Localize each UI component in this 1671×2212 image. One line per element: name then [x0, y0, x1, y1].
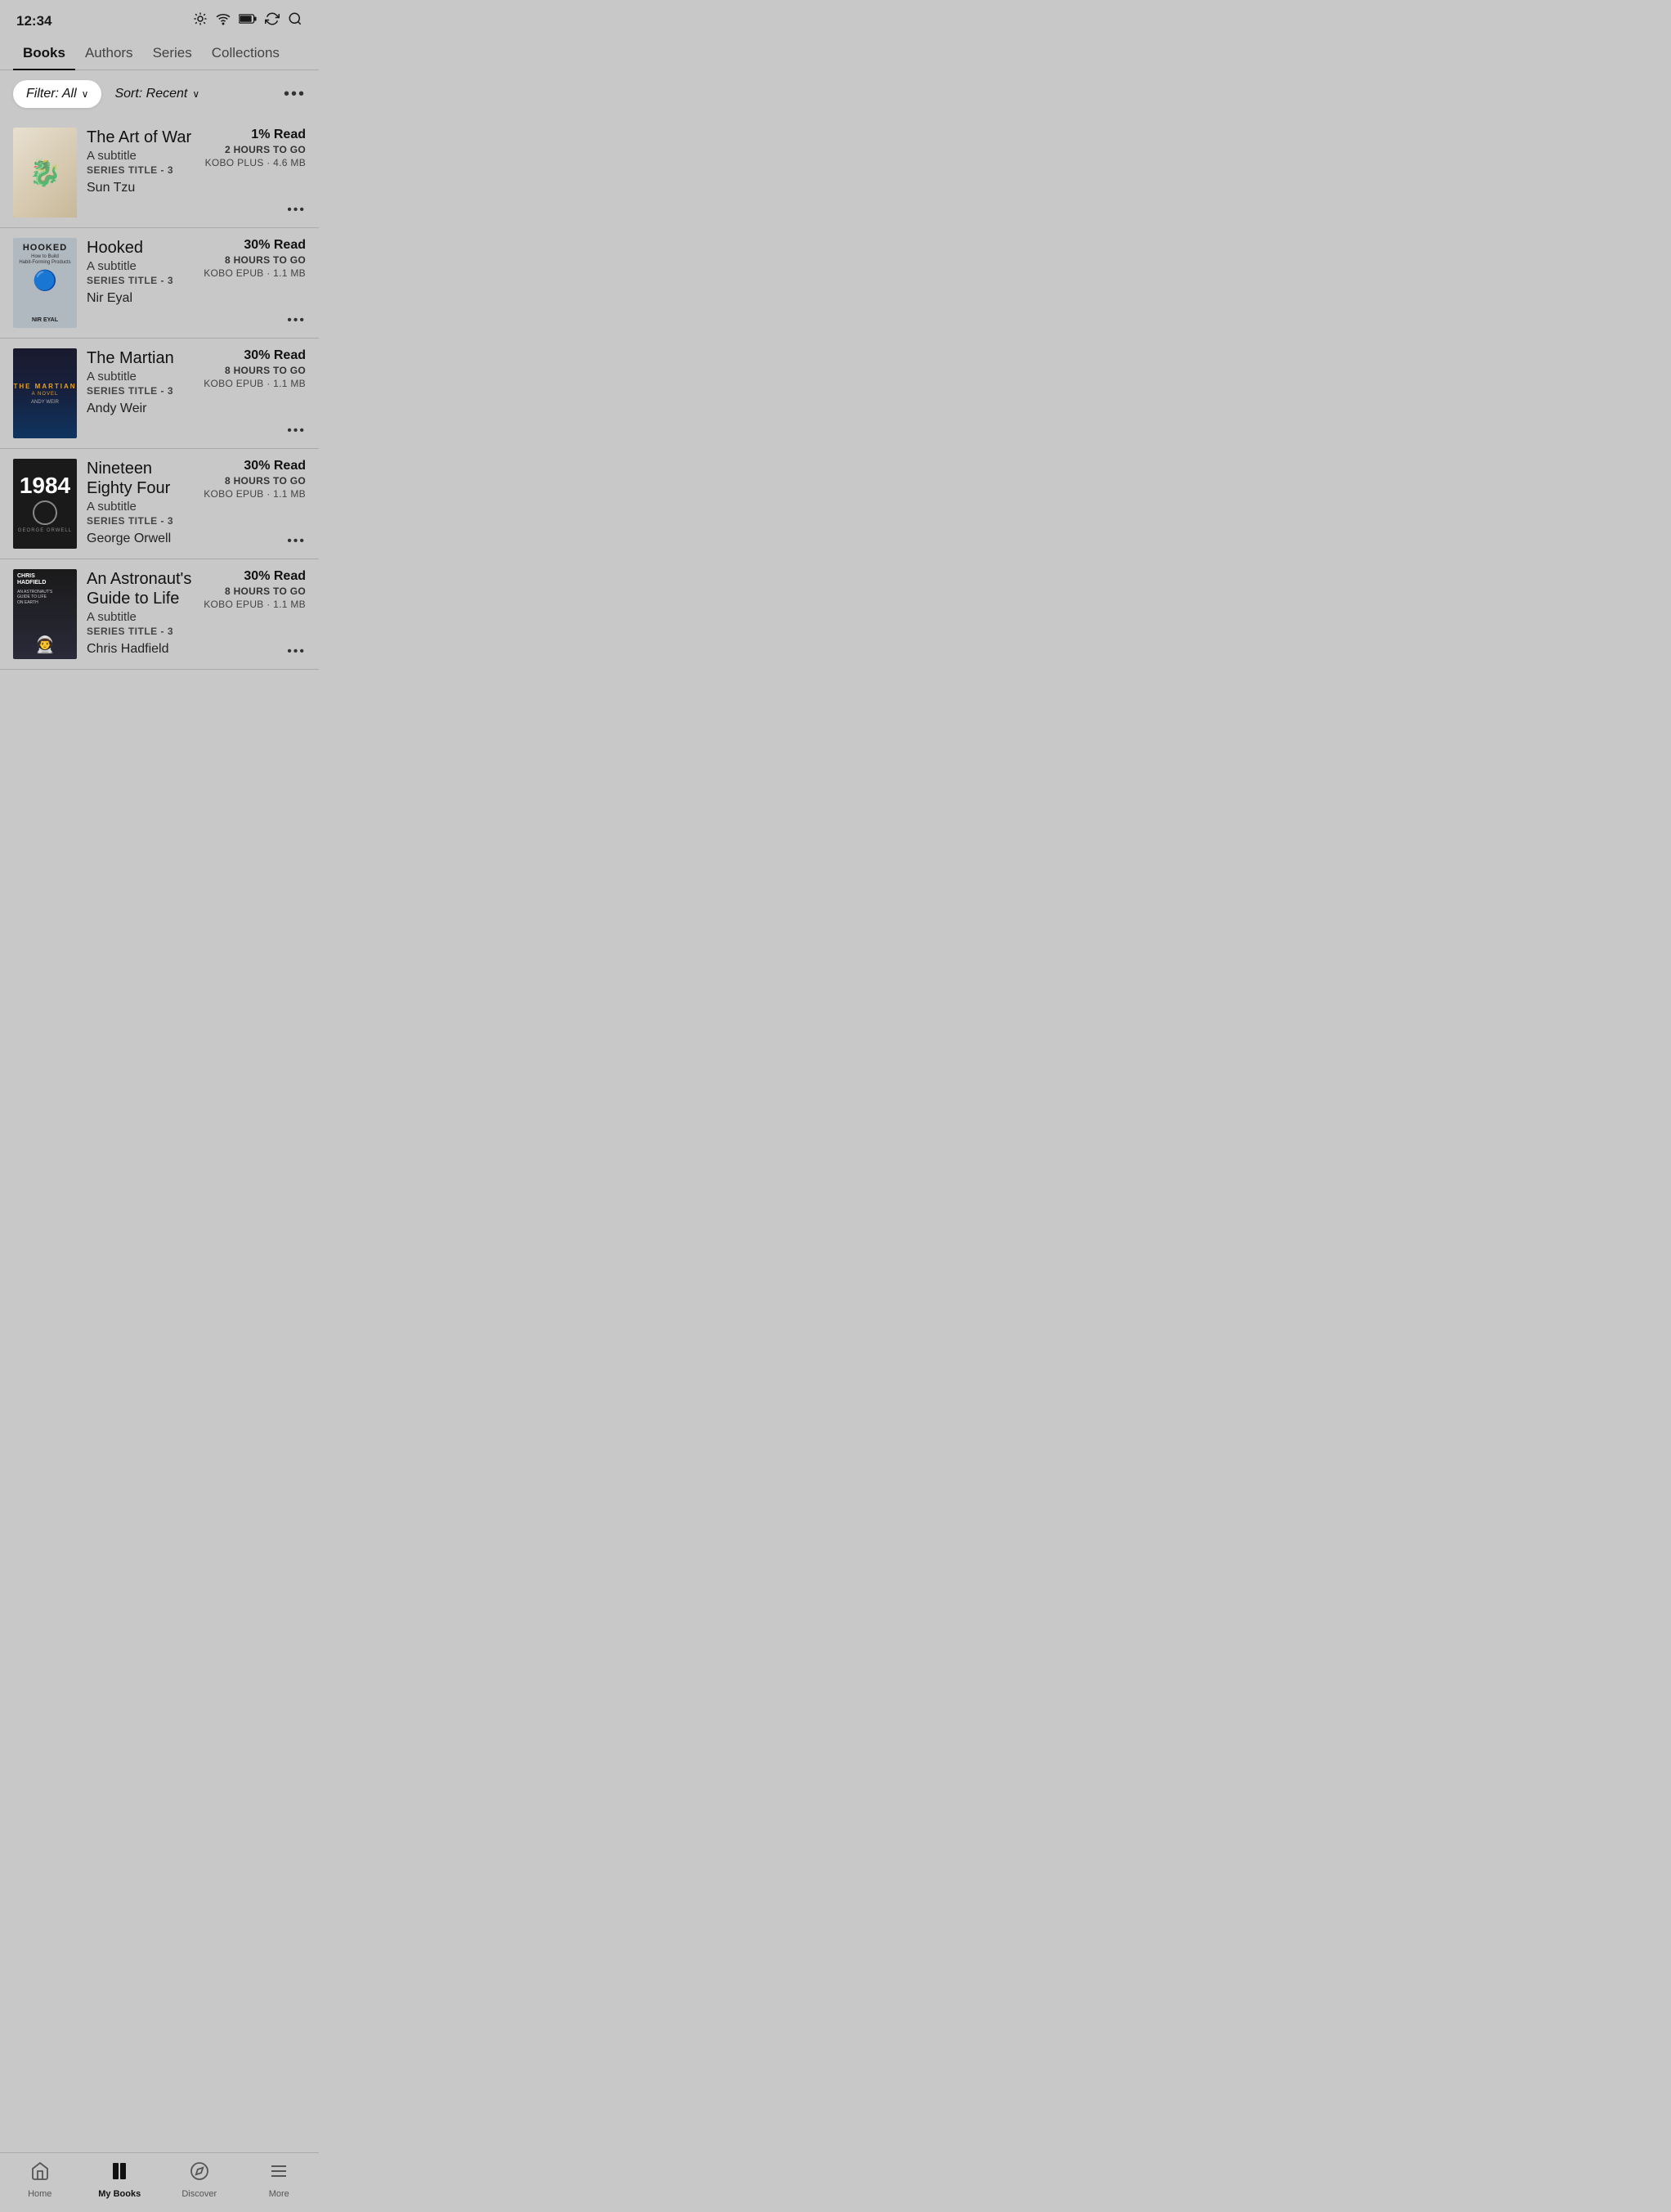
book-series: SERIES TITLE - 3: [87, 275, 194, 286]
battery-icon: [239, 13, 257, 29]
book-author: George Orwell: [87, 532, 194, 546]
book-subtitle: A subtitle: [87, 610, 194, 624]
tab-collections[interactable]: Collections: [202, 37, 289, 70]
book-author: Chris Hadfield: [87, 642, 194, 657]
book-subtitle: A subtitle: [87, 149, 195, 163]
filter-button[interactable]: Filter: All ∨: [13, 80, 101, 108]
book-title: The Martian: [87, 348, 194, 368]
book-cover: 🐉: [13, 128, 77, 218]
item-options-button[interactable]: •••: [287, 424, 306, 438]
sync-icon: [265, 11, 280, 30]
nav-more[interactable]: More: [250, 2161, 307, 2199]
item-options-button[interactable]: •••: [287, 313, 306, 328]
hours-to-go: 8 HOURS TO GO: [225, 254, 306, 266]
book-info: Nineteen Eighty Four A subtitle SERIES T…: [87, 459, 194, 549]
book-info: An Astronaut's Guide to Life A subtitle …: [87, 569, 194, 659]
item-options-button[interactable]: •••: [287, 203, 306, 218]
file-info: KOBO PLUS · 4.6 MB: [205, 157, 306, 168]
book-cover: THE MARTIAN A NOVEL ANDY WEIR: [13, 348, 77, 438]
read-percent: 1% Read: [251, 128, 306, 142]
tab-books[interactable]: Books: [13, 37, 75, 70]
book-item[interactable]: HOOKED How to BuildHabit-Forming Product…: [0, 228, 319, 339]
read-percent: 30% Read: [244, 569, 306, 584]
book-title: The Art of War: [87, 128, 195, 147]
books-icon: [110, 2161, 129, 2186]
book-info: Hooked A subtitle SERIES TITLE - 3 Nir E…: [87, 238, 194, 328]
book-list: 🐉 The Art of War A subtitle SERIES TITLE…: [0, 118, 319, 670]
book-subtitle: A subtitle: [87, 370, 194, 384]
book-item[interactable]: CHRISHADFIELD AN ASTRONAUT'SGUIDE TO LIF…: [0, 559, 319, 670]
nav-discover[interactable]: Discover: [171, 2161, 228, 2199]
book-author: Nir Eyal: [87, 291, 194, 306]
book-title: An Astronaut's Guide to Life: [87, 569, 194, 608]
book-author: Sun Tzu: [87, 181, 195, 195]
book-info: The Martian A subtitle SERIES TITLE - 3 …: [87, 348, 194, 438]
book-item[interactable]: THE MARTIAN A NOVEL ANDY WEIR The Martia…: [0, 339, 319, 449]
status-time: 12:34: [16, 13, 52, 29]
sort-label: Sort: Recent: [114, 87, 187, 101]
nav-discover-label: Discover: [181, 2189, 217, 2199]
file-info: KOBO EPUB · 1.1 MB: [204, 488, 306, 500]
book-cover: 1984 GEORGE ORWELL: [13, 459, 77, 549]
status-icons: [193, 11, 302, 30]
sort-chevron-icon: ∨: [192, 88, 199, 100]
filter-chevron-icon: ∨: [82, 88, 89, 100]
hours-to-go: 2 HOURS TO GO: [225, 144, 306, 155]
sort-button[interactable]: Sort: Recent ∨: [114, 87, 199, 101]
read-percent: 30% Read: [244, 348, 306, 363]
nav-home-label: Home: [28, 2189, 52, 2199]
search-icon[interactable]: [288, 11, 302, 30]
file-info: KOBO EPUB · 1.1 MB: [204, 267, 306, 279]
tab-authors[interactable]: Authors: [75, 37, 143, 70]
file-info: KOBO EPUB · 1.1 MB: [204, 378, 306, 389]
filter-bar: Filter: All ∨ Sort: Recent ∨ •••: [0, 70, 319, 118]
tab-series[interactable]: Series: [143, 37, 202, 70]
read-percent: 30% Read: [244, 459, 306, 473]
options-menu-button[interactable]: •••: [284, 85, 306, 104]
book-subtitle: A subtitle: [87, 259, 194, 273]
book-subtitle: A subtitle: [87, 500, 194, 514]
book-cover: CHRISHADFIELD AN ASTRONAUT'SGUIDE TO LIF…: [13, 569, 77, 659]
filter-label: Filter: All: [26, 87, 77, 101]
file-info: KOBO EPUB · 1.1 MB: [204, 599, 306, 610]
nav-home[interactable]: Home: [11, 2161, 69, 2199]
book-item[interactable]: 1984 GEORGE ORWELL Nineteen Eighty Four …: [0, 449, 319, 559]
cover-image: 🐉: [29, 157, 61, 188]
book-author: Andy Weir: [87, 402, 194, 416]
book-item[interactable]: 🐉 The Art of War A subtitle SERIES TITLE…: [0, 118, 319, 228]
home-icon: [30, 2161, 50, 2186]
tab-bar: Books Authors Series Collections: [0, 37, 319, 70]
compass-icon: [190, 2161, 209, 2186]
hours-to-go: 8 HOURS TO GO: [225, 365, 306, 376]
hours-to-go: 8 HOURS TO GO: [225, 475, 306, 487]
item-options-button[interactable]: •••: [287, 644, 306, 659]
book-series: SERIES TITLE - 3: [87, 626, 194, 637]
nav-my-books[interactable]: My Books: [91, 2161, 148, 2199]
bottom-nav: Home My Books Discover More: [0, 2152, 319, 2212]
item-options-button[interactable]: •••: [287, 534, 306, 549]
menu-icon: [269, 2161, 289, 2186]
nav-my-books-label: My Books: [98, 2189, 141, 2199]
hours-to-go: 8 HOURS TO GO: [225, 586, 306, 597]
book-cover: HOOKED How to BuildHabit-Forming Product…: [13, 238, 77, 328]
brightness-icon: [193, 11, 208, 30]
wifi-icon: [216, 11, 231, 30]
book-title: Hooked: [87, 238, 194, 258]
book-info: The Art of War A subtitle SERIES TITLE -…: [87, 128, 195, 218]
book-series: SERIES TITLE - 3: [87, 515, 194, 527]
book-series: SERIES TITLE - 3: [87, 385, 194, 397]
status-bar: 12:34: [0, 0, 319, 37]
read-percent: 30% Read: [244, 238, 306, 253]
book-series: SERIES TITLE - 3: [87, 164, 195, 176]
nav-more-label: More: [269, 2189, 289, 2199]
book-title: Nineteen Eighty Four: [87, 459, 194, 498]
